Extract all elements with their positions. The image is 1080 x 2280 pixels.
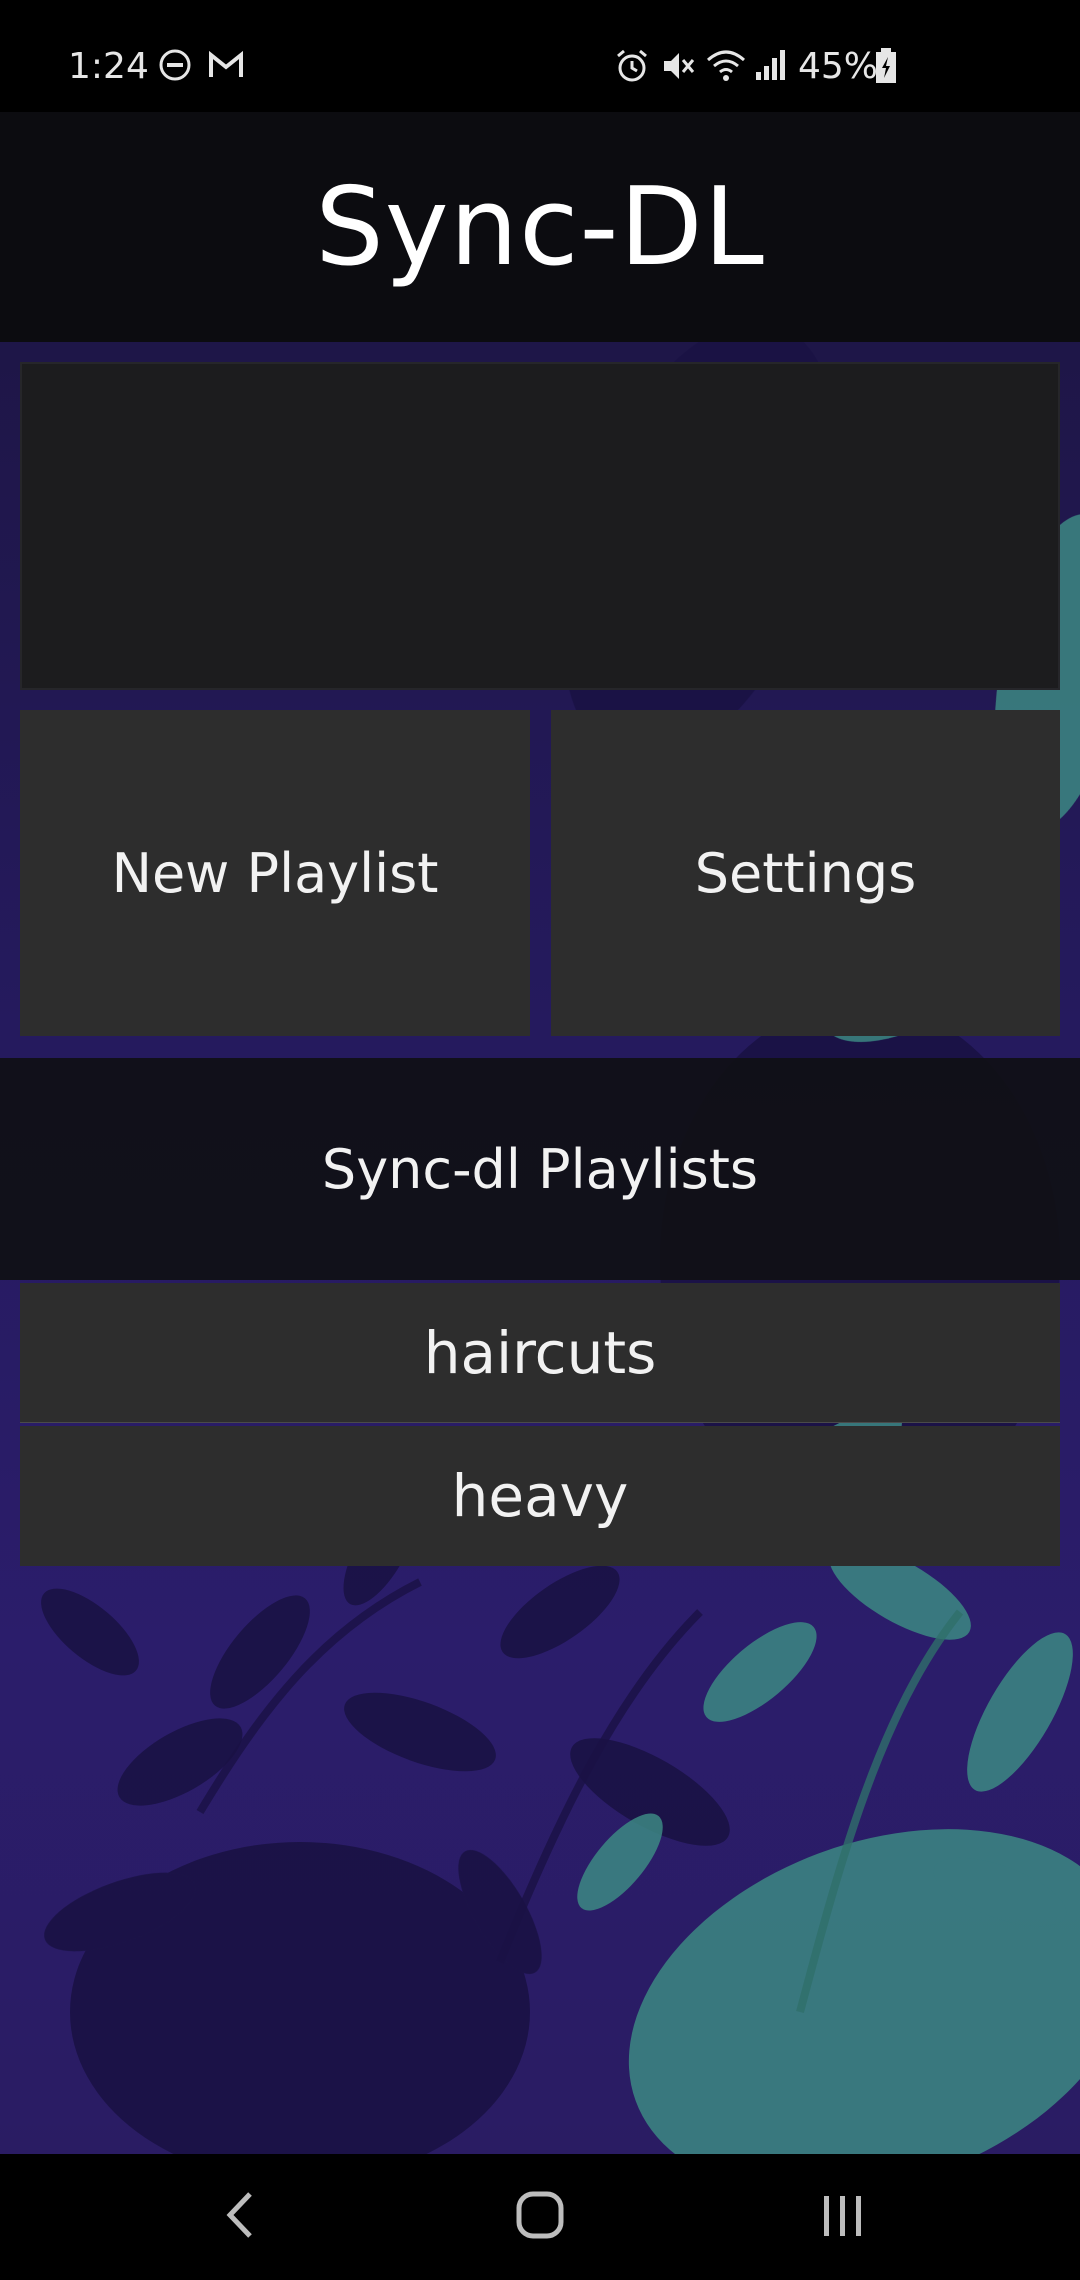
new-playlist-button[interactable]: New Playlist <box>20 710 530 1036</box>
status-time: 1:24 <box>68 46 149 87</box>
alarm-icon <box>614 48 650 93</box>
battery-percent: 45% <box>798 46 879 87</box>
playlist-item-heavy[interactable]: heavy <box>20 1426 1060 1566</box>
home-button[interactable] <box>495 2172 585 2262</box>
back-icon <box>220 2190 260 2244</box>
playlists-header-label: Sync-dl Playlists <box>321 1137 759 1201</box>
playlist-item-label: haircuts <box>423 1318 657 1387</box>
battery-charging-icon <box>874 48 898 93</box>
playlist-item-label: heavy <box>451 1462 629 1530</box>
recents-icon <box>818 2190 868 2244</box>
wifi-icon <box>706 48 746 91</box>
mute-icon <box>660 48 696 93</box>
screen: 1:24 45% Sync-DL New Playlist Settings S… <box>0 0 1080 2280</box>
signal-icon <box>754 48 788 91</box>
playlists-header: Sync-dl Playlists <box>0 1058 1080 1280</box>
banner-area <box>20 362 1060 690</box>
new-playlist-label: New Playlist <box>111 841 439 905</box>
settings-button[interactable]: Settings <box>551 710 1060 1036</box>
gmail-icon <box>208 48 244 89</box>
app-bar: Sync-DL <box>0 112 1080 342</box>
recents-button[interactable] <box>798 2172 888 2262</box>
do-not-disturb-icon <box>158 48 192 91</box>
home-icon <box>515 2190 565 2244</box>
back-button[interactable] <box>195 2172 285 2262</box>
app-title: Sync-DL <box>315 164 765 290</box>
playlist-item-haircuts[interactable]: haircuts <box>20 1283 1060 1423</box>
navigation-bar <box>0 2154 1080 2280</box>
status-bar: 1:24 45% <box>0 0 1080 112</box>
settings-label: Settings <box>694 841 917 905</box>
